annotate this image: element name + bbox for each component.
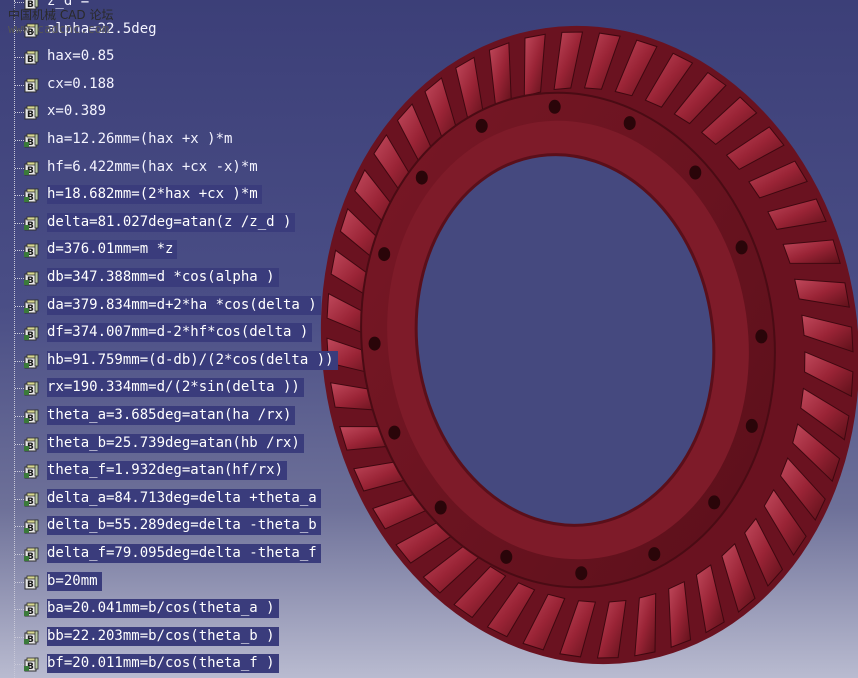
tree-branch-line [15, 444, 24, 445]
formula-icon: B [24, 243, 39, 258]
parameter-label: ha=12.26mm=(hax +x )*m [47, 131, 233, 147]
tree-branch-line [15, 609, 24, 610]
tree-branch-line [15, 416, 24, 417]
formula-icon: B [24, 547, 39, 562]
parameter-label: d=376.01mm=m *z [47, 240, 178, 259]
parameter-icon: B [24, 105, 39, 120]
tree-branch-line [15, 637, 24, 638]
bolt-hole [475, 118, 488, 133]
watermark: 中国机械 CAD 论坛 www.cadcnc.com [8, 8, 113, 36]
tree-branch-line [15, 499, 24, 500]
bolt-hole [434, 500, 447, 515]
bolt-hole [548, 99, 561, 114]
tree-branch-line [15, 554, 24, 555]
svg-text:B: B [27, 110, 34, 120]
parameter-label: rx=190.334mm=d/(2*sin(delta )) [47, 378, 304, 397]
formula-icon: B [24, 381, 39, 396]
tree-branch-line [15, 57, 24, 58]
parameter-label: b=20mm [47, 572, 102, 591]
svg-text:B: B [27, 55, 34, 65]
parameter-label: hb=91.759mm=(d-db)/(2*cos(delta )) [47, 351, 338, 370]
parameter-label: x=0.389 [47, 103, 107, 119]
tree-branch-line [15, 223, 24, 224]
parameter-label: delta_f=79.095deg=delta -theta_f [47, 544, 321, 563]
bolt-hole [648, 547, 661, 562]
parameter-label: ba=20.041mm=b/cos(theta_a ) [47, 599, 279, 618]
parameter-label: theta_b=25.739deg=atan(hb /rx) [47, 434, 304, 453]
specification-tree[interactable]: Bz_d = Balpha=22.5deg Bhax=0.85 Bcx=0.188 Bx… [0, 0, 420, 678]
formula-icon: B [24, 602, 39, 617]
tree-branch-line [15, 526, 24, 527]
tree-branch-line [15, 168, 24, 169]
tree-branch-line [15, 582, 24, 583]
parameter-icon: B [24, 78, 39, 93]
tree-branch-line [15, 278, 24, 279]
formula-icon: B [24, 271, 39, 286]
tree-branch-line [15, 250, 24, 251]
formula-icon: B [24, 354, 39, 369]
parameter-label: delta_a=84.713deg=delta +theta_a [47, 489, 321, 508]
watermark-title: 中国机械 CAD 论坛 [8, 8, 114, 22]
formula-icon: B [24, 519, 39, 534]
formula-icon: B [24, 437, 39, 452]
parameter-label: db=347.388mm=d *cos(alpha ) [47, 268, 279, 287]
formula-icon: B [24, 409, 39, 424]
formula-icon: B [24, 630, 39, 645]
parameter-icon: B [24, 50, 39, 65]
parameter-label: df=374.007mm=d-2*hf*cos(delta ) [47, 323, 313, 342]
bolt-hole [755, 329, 768, 344]
parameter-label: h=18.682mm=(2*hax +cx )*m [47, 185, 262, 204]
bolt-hole [500, 549, 513, 564]
bolt-hole [623, 116, 636, 131]
parameter-label: hax=0.85 [47, 48, 115, 64]
tree-branch-line [15, 112, 24, 113]
parameter-label: bb=22.203mm=b/cos(theta_b ) [47, 627, 279, 646]
bolt-hole [575, 566, 588, 581]
tree-branch-line [15, 306, 24, 307]
formula-icon: B [24, 464, 39, 479]
3d-viewport[interactable]: Bz_d = Balpha=22.5deg Bhax=0.85 Bcx=0.188 Bx… [0, 0, 858, 678]
formula-icon: B [24, 188, 39, 203]
tree-branch-line [15, 85, 24, 86]
parameter-label: theta_f=1.932deg=atan(hf/rx) [47, 461, 288, 480]
formula-icon: B [24, 216, 39, 231]
parameter-label: cx=0.188 [47, 76, 115, 92]
formula-icon: B [24, 299, 39, 314]
tree-connector-line [14, 0, 15, 678]
tree-branch-line [15, 195, 24, 196]
tree-branch-line [15, 664, 24, 665]
tree-branch-line [15, 333, 24, 334]
parameter-label: hf=6.422mm=(hax +cx -x)*m [47, 159, 258, 175]
bolt-hole [689, 165, 702, 180]
formula-icon: B [24, 161, 39, 176]
svg-text:B: B [27, 83, 34, 93]
formula-icon: B [24, 326, 39, 341]
parameter-label: da=379.834mm=d+2*ha *cos(delta ) [47, 296, 321, 315]
tree-branch-line [15, 388, 24, 389]
watermark-url: www.cadcnc.com [8, 22, 110, 36]
parameter-label: theta_a=3.685deg=atan(ha /rx) [47, 406, 296, 425]
parameter-label: delta_b=55.289deg=delta -theta_b [47, 516, 321, 535]
tree-branch-line [15, 471, 24, 472]
bolt-hole [708, 495, 721, 510]
tree-branch-line [15, 2, 24, 3]
parameter-label: delta=81.027deg=atan(z /z_d ) [47, 213, 296, 232]
formula-icon: B [24, 492, 39, 507]
formula-icon: B [24, 133, 39, 148]
parameter-label: bf=20.011mm=b/cos(theta_f ) [47, 654, 279, 673]
svg-text:B: B [27, 580, 34, 590]
bolt-hole [745, 418, 758, 433]
formula-icon: B [24, 657, 39, 672]
bolt-hole [735, 240, 748, 255]
tree-branch-line [15, 361, 24, 362]
parameter-icon: B [24, 575, 39, 590]
tree-branch-line [15, 140, 24, 141]
gear-tooth [782, 239, 841, 264]
